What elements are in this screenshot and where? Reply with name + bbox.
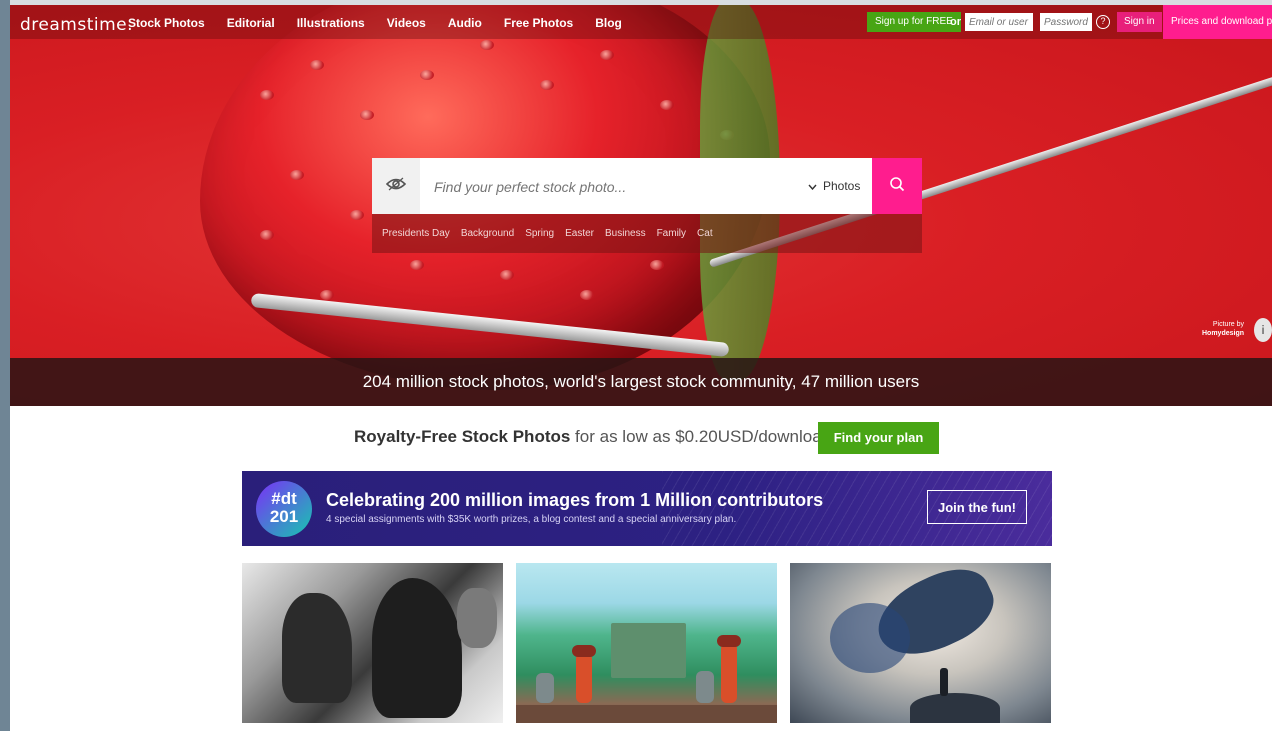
thumb-fantasy-fish[interactable]	[790, 563, 1051, 723]
nav-free-photos[interactable]: Free Photos	[504, 16, 573, 30]
or-label: or	[950, 16, 961, 28]
nav-videos[interactable]: Videos	[387, 16, 426, 30]
top-border	[10, 0, 1272, 5]
plan-row: Royalty-Free Stock Photos for as low as …	[10, 422, 1272, 454]
search-button[interactable]	[872, 158, 922, 214]
nav-stock-photos[interactable]: Stock Photos	[128, 16, 205, 30]
nav-editorial[interactable]: Editorial	[227, 16, 275, 30]
dt201-logo: #dt 201	[256, 481, 312, 537]
tag-family[interactable]: Family	[657, 228, 686, 239]
thumb-horses[interactable]	[242, 563, 503, 723]
nav-audio[interactable]: Audio	[448, 16, 482, 30]
featured-images	[242, 563, 1052, 723]
tag-easter[interactable]: Easter	[565, 228, 594, 239]
credit-author[interactable]: Homydesign	[1202, 329, 1244, 338]
thumb-game-landscape[interactable]	[516, 563, 777, 723]
page: dreamstime. Stock Photos Editorial Illus…	[10, 0, 1272, 731]
help-icon[interactable]: ?	[1096, 15, 1110, 29]
search-input[interactable]	[432, 158, 766, 216]
tag-business[interactable]: Business	[605, 228, 646, 239]
signup-button[interactable]: Sign up for FREE	[867, 12, 961, 32]
hero-section: dreamstime. Stock Photos Editorial Illus…	[10, 0, 1272, 406]
anniversary-banner[interactable]: #dt 201 Celebrating 200 million images f…	[242, 471, 1052, 546]
dt201-logo-line1: #dt	[271, 489, 297, 508]
dt201-logo-line2: 201	[269, 507, 299, 526]
tag-background[interactable]: Background	[461, 228, 514, 239]
banner-subtitle: 4 special assignments with $35K worth pr…	[326, 514, 737, 525]
stats-bar: 204 million stock photos, world's larges…	[10, 358, 1272, 406]
password-field[interactable]	[1040, 13, 1092, 31]
search-type-select[interactable]: Photos	[808, 179, 860, 193]
prices-button[interactable]: Prices and download plans	[1163, 5, 1272, 39]
signin-button[interactable]: Sign in	[1117, 12, 1162, 32]
email-field[interactable]	[965, 13, 1033, 31]
chevron-down-icon	[808, 179, 817, 193]
search-icon	[889, 176, 905, 197]
tag-cat[interactable]: Cat	[697, 228, 713, 239]
banner-title: Celebrating 200 million images from 1 Mi…	[326, 490, 824, 510]
main-nav: Stock Photos Editorial Illustrations Vid…	[128, 16, 622, 30]
search-type-label: Photos	[823, 179, 861, 193]
nav-illustrations[interactable]: Illustrations	[297, 16, 365, 30]
top-navbar: dreamstime. Stock Photos Editorial Illus…	[10, 5, 1272, 39]
visual-search-button[interactable]	[372, 158, 420, 214]
popular-tags: Presidents Day Background Spring Easter …	[372, 214, 922, 253]
credit-line1: Picture by	[1212, 321, 1245, 328]
eye-icon	[385, 177, 407, 196]
tag-spring[interactable]: Spring	[525, 228, 554, 239]
picture-credit: Picture by Homydesign	[1202, 320, 1244, 338]
info-icon[interactable]: i	[1254, 318, 1272, 342]
join-fun-button[interactable]: Join the fun!	[927, 490, 1027, 524]
nav-blog[interactable]: Blog	[595, 16, 622, 30]
search-box: Photos	[372, 158, 872, 216]
dreamstime-logo[interactable]: dreamstime.	[20, 15, 133, 35]
plan-text: Royalty-Free Stock Photos for as low as …	[354, 427, 885, 447]
plan-bold: Royalty-Free Stock Photos	[354, 427, 571, 446]
find-plan-button[interactable]: Find your plan	[818, 422, 939, 454]
search-panel: Photos Presidents Day Background Spring …	[372, 158, 922, 253]
tag-presidents-day[interactable]: Presidents Day	[382, 228, 450, 239]
